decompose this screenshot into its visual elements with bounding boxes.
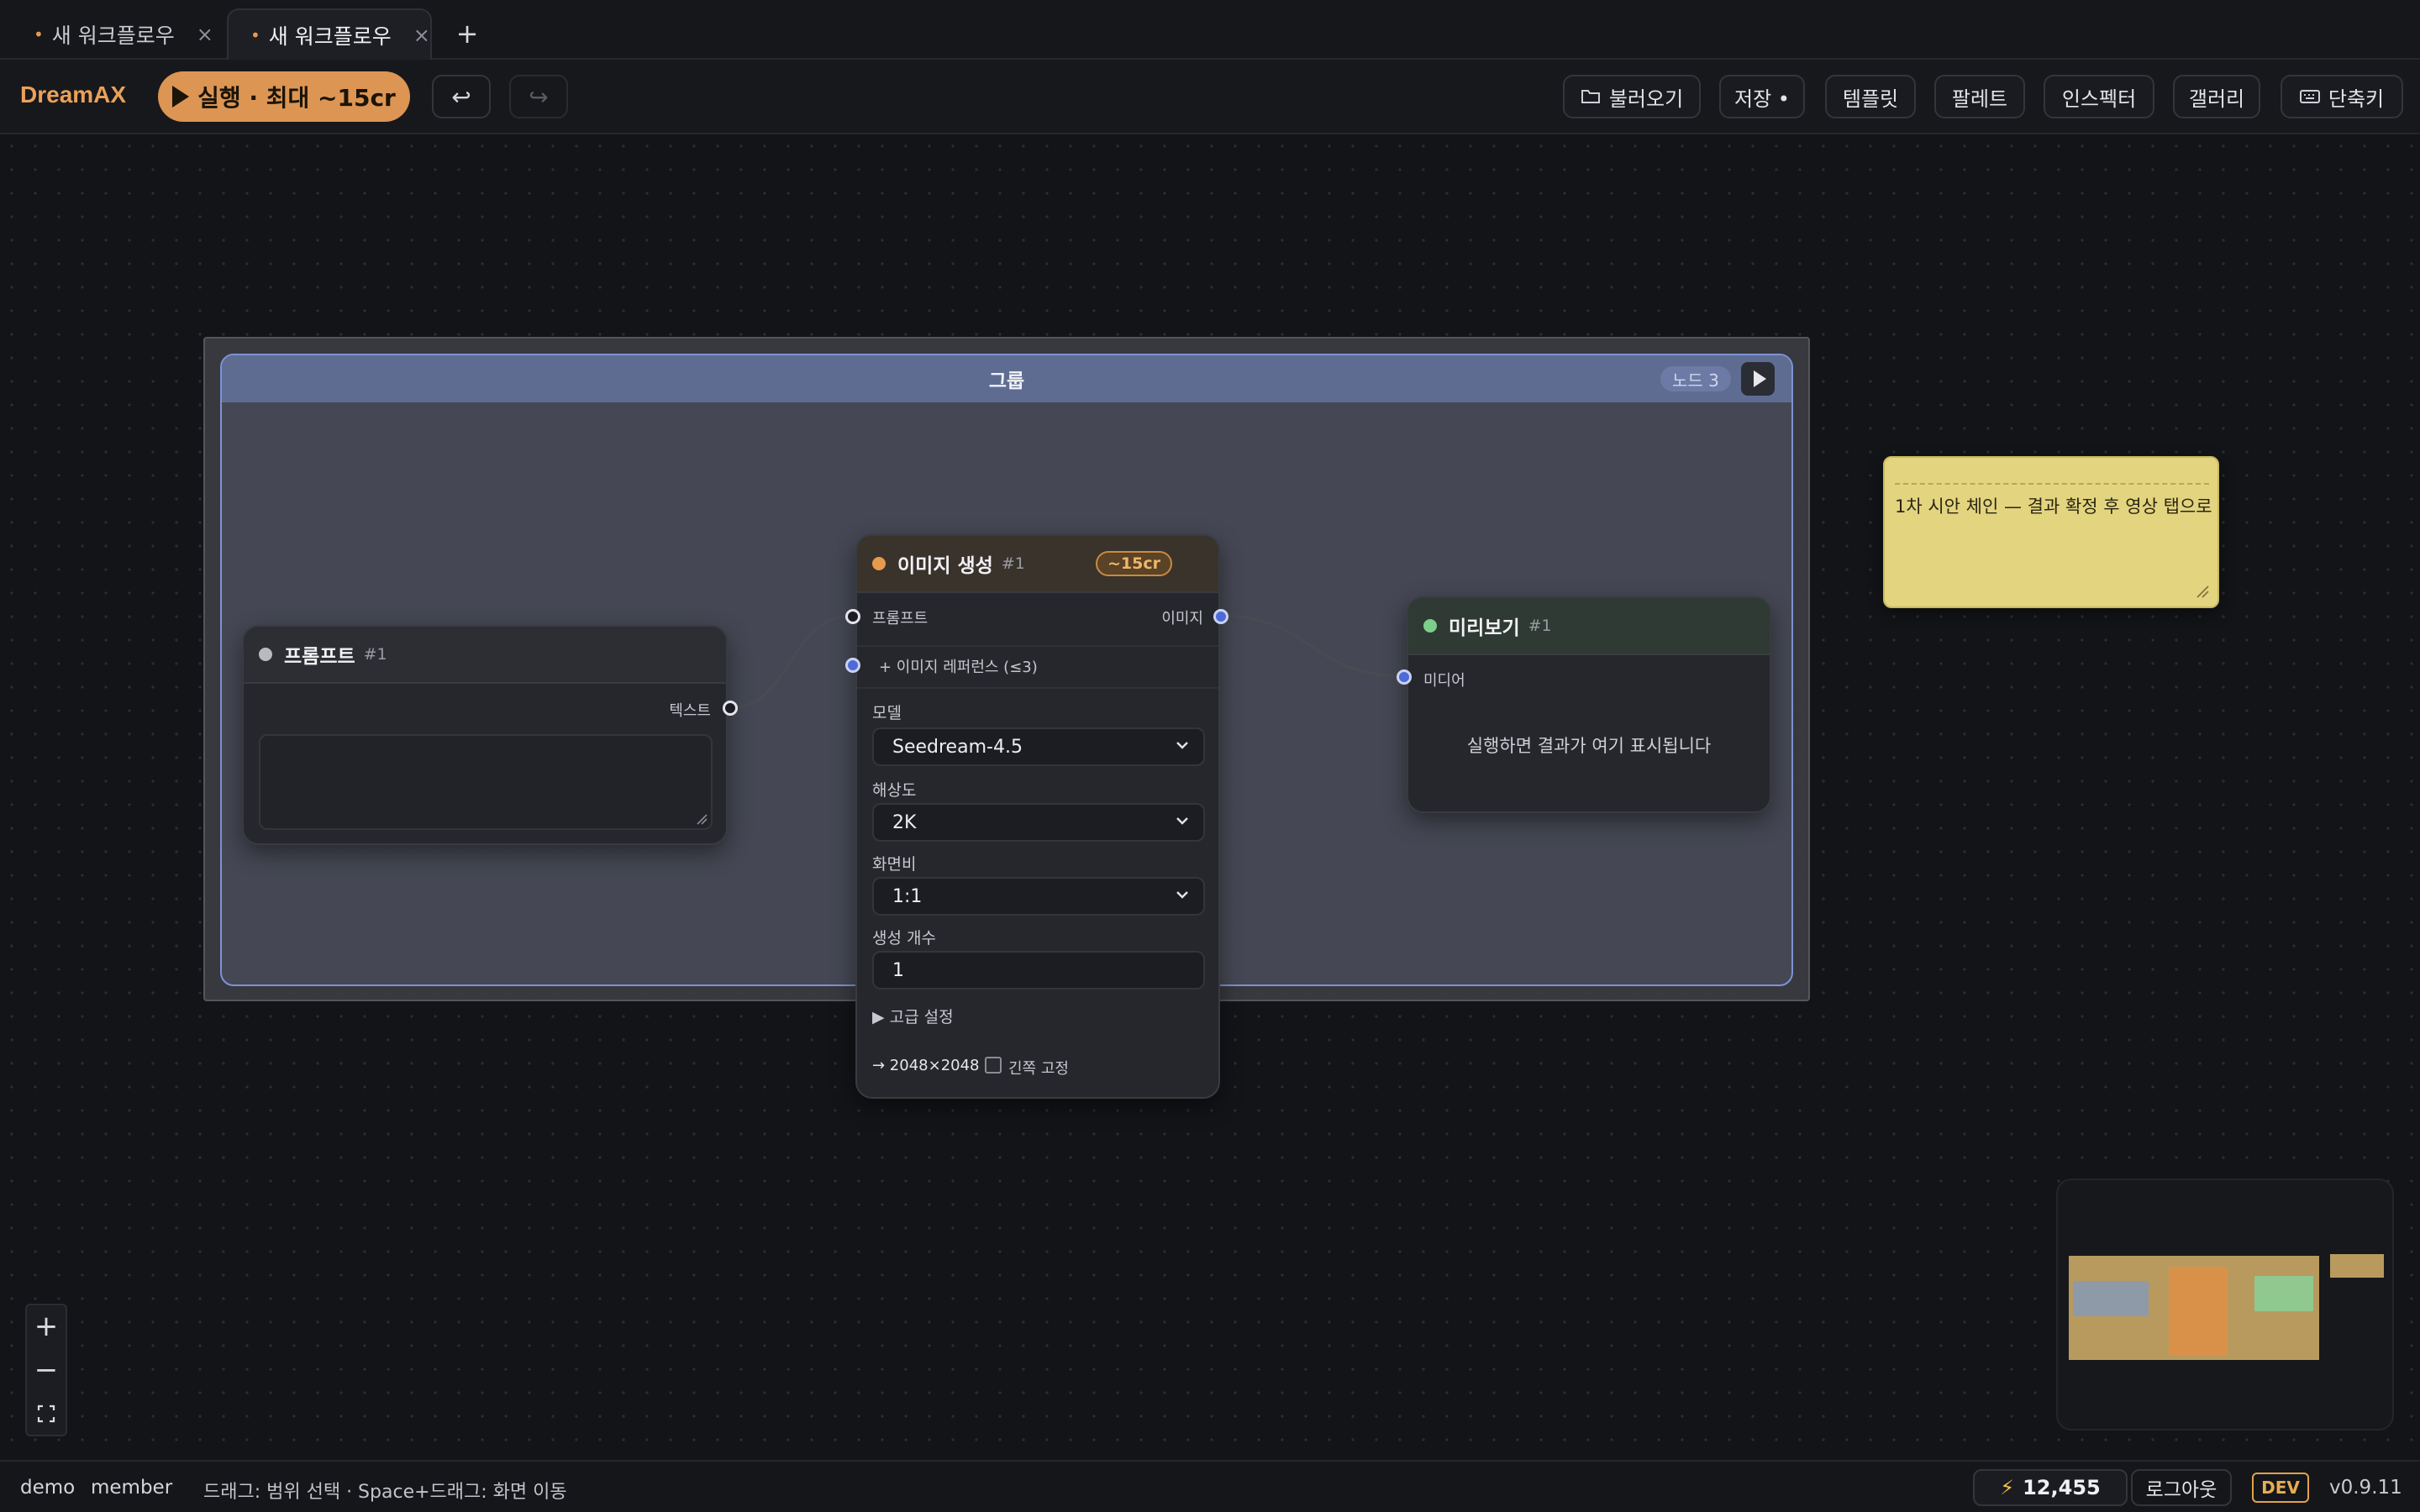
status-dot	[872, 557, 886, 570]
aspect-value: 1:1	[892, 885, 923, 907]
minimap-prompt-node	[2073, 1281, 2149, 1316]
count-value: 1	[892, 959, 904, 981]
lightning-icon: ⚡	[2000, 1476, 2015, 1499]
output-image-label: 이미지	[1161, 610, 1203, 627]
resize-grip-icon[interactable]	[2196, 585, 2209, 598]
image-generation-node[interactable]: 이미지 생성 #1 ~15cr 프롬프트 이미지 + 이미지 레퍼런스 (≤3)…	[855, 534, 1220, 1099]
preview-media-input-port[interactable]	[1397, 669, 1412, 685]
resolution-value: 2K	[892, 811, 917, 833]
aspect-label: 화면비	[872, 855, 917, 874]
zoom-in-button[interactable]: +	[27, 1305, 66, 1347]
preview-node[interactable]: 미리보기 #1 미디어 실행하면 결과가 여기 표시됩니다	[1407, 596, 1771, 813]
chevron-down-icon	[1176, 742, 1188, 749]
resolution-label: 해상도	[872, 781, 917, 800]
preview-placeholder: 실행하면 결과가 여기 표시됩니다	[1466, 736, 1712, 756]
minimap-imagegen-node	[2169, 1267, 2228, 1356]
minimap-sticky-note	[2330, 1254, 2384, 1278]
app-version: v0.9.11	[2329, 1477, 2402, 1499]
logout-button[interactable]: 로그아웃	[2131, 1469, 2232, 1506]
output-text-label: 텍스트	[669, 702, 711, 720]
prompt-textarea[interactable]	[259, 734, 713, 830]
credits-balance[interactable]: ⚡ 12,455	[1973, 1469, 2128, 1506]
chevron-down-icon	[1176, 891, 1188, 899]
node-title: 프롬프트	[284, 646, 355, 668]
node-header[interactable]: 미리보기 #1	[1408, 598, 1770, 655]
status-dot	[259, 648, 272, 661]
model-select[interactable]: Seedream-4.5	[872, 727, 1205, 766]
imagegen-prompt-input-port[interactable]	[845, 609, 860, 624]
chevron-down-icon	[1176, 817, 1188, 825]
zoom-controls: + −	[25, 1304, 67, 1436]
zoom-out-button[interactable]: −	[27, 1349, 66, 1391]
divider	[857, 645, 1218, 647]
env-badge: DEV	[2252, 1473, 2309, 1503]
edge-prompt-to-imagegen	[729, 614, 853, 710]
fit-view-button[interactable]	[27, 1393, 66, 1435]
edge-imagegen-to-preview	[1219, 614, 1404, 678]
advanced-settings-toggle[interactable]: ▶ 고급 설정	[872, 1005, 954, 1027]
imagegen-image-output-port[interactable]	[1213, 609, 1228, 624]
status-dot	[1423, 619, 1437, 633]
canvas-hint: 드래그: 범위 선택 · Space+드래그: 화면 이동	[203, 1482, 567, 1503]
node-header[interactable]: 프롬프트 #1	[244, 627, 726, 684]
output-size: → 2048×2048	[872, 1057, 980, 1074]
node-title: 이미지 생성	[897, 555, 993, 577]
imagegen-reference-input-port[interactable]	[845, 658, 860, 673]
sticky-note[interactable]: 1차 시안 체인 — 결과 확정 후 영상 탭으로	[1883, 456, 2219, 608]
model-label: 모델	[872, 704, 902, 722]
resolution-select[interactable]: 2K	[872, 803, 1205, 842]
node-header[interactable]: 이미지 생성 #1 ~15cr	[857, 536, 1218, 593]
resize-grip-icon[interactable]	[696, 813, 708, 825]
aspect-select[interactable]: 1:1	[872, 877, 1205, 916]
prompt-node[interactable]: 프롬프트 #1 텍스트	[242, 625, 728, 845]
model-value: Seedream-4.5	[892, 736, 1023, 758]
minimap[interactable]	[2056, 1179, 2394, 1431]
node-number: #1	[1528, 617, 1552, 635]
sticky-note-text[interactable]: 1차 시안 체인 — 결과 확정 후 영상 탭으로	[1895, 493, 2212, 518]
input-prompt-label: 프롬프트	[872, 610, 929, 627]
prompt-output-port[interactable]	[723, 701, 738, 716]
lock-long-side-checkbox[interactable]	[985, 1057, 1002, 1074]
credits-value: 12,455	[2023, 1476, 2101, 1499]
count-input[interactable]: 1	[872, 951, 1205, 990]
cost-badge: ~15cr	[1096, 551, 1172, 576]
fit-view-icon	[37, 1404, 55, 1423]
user-name: demo	[20, 1477, 76, 1499]
minimap-view	[2069, 1254, 2384, 1360]
user-role: member	[91, 1477, 173, 1499]
minimap-preview-node	[2254, 1276, 2313, 1311]
count-label: 생성 개수	[872, 929, 936, 948]
divider	[857, 687, 1218, 689]
lock-long-side-label: 긴쪽 고정	[1008, 1060, 1069, 1078]
image-reference-input-label[interactable]: + 이미지 레퍼런스 (≤3)	[879, 655, 1038, 677]
node-number: #1	[363, 645, 387, 664]
status-bar: demo member 드래그: 범위 선택 · Space+드래그: 화면 이…	[0, 1460, 2420, 1512]
sticky-drag-handle[interactable]	[1895, 483, 2209, 485]
node-title: 미리보기	[1449, 617, 1520, 639]
node-number: #1	[1001, 554, 1025, 573]
input-media-label: 미디어	[1423, 672, 1465, 690]
